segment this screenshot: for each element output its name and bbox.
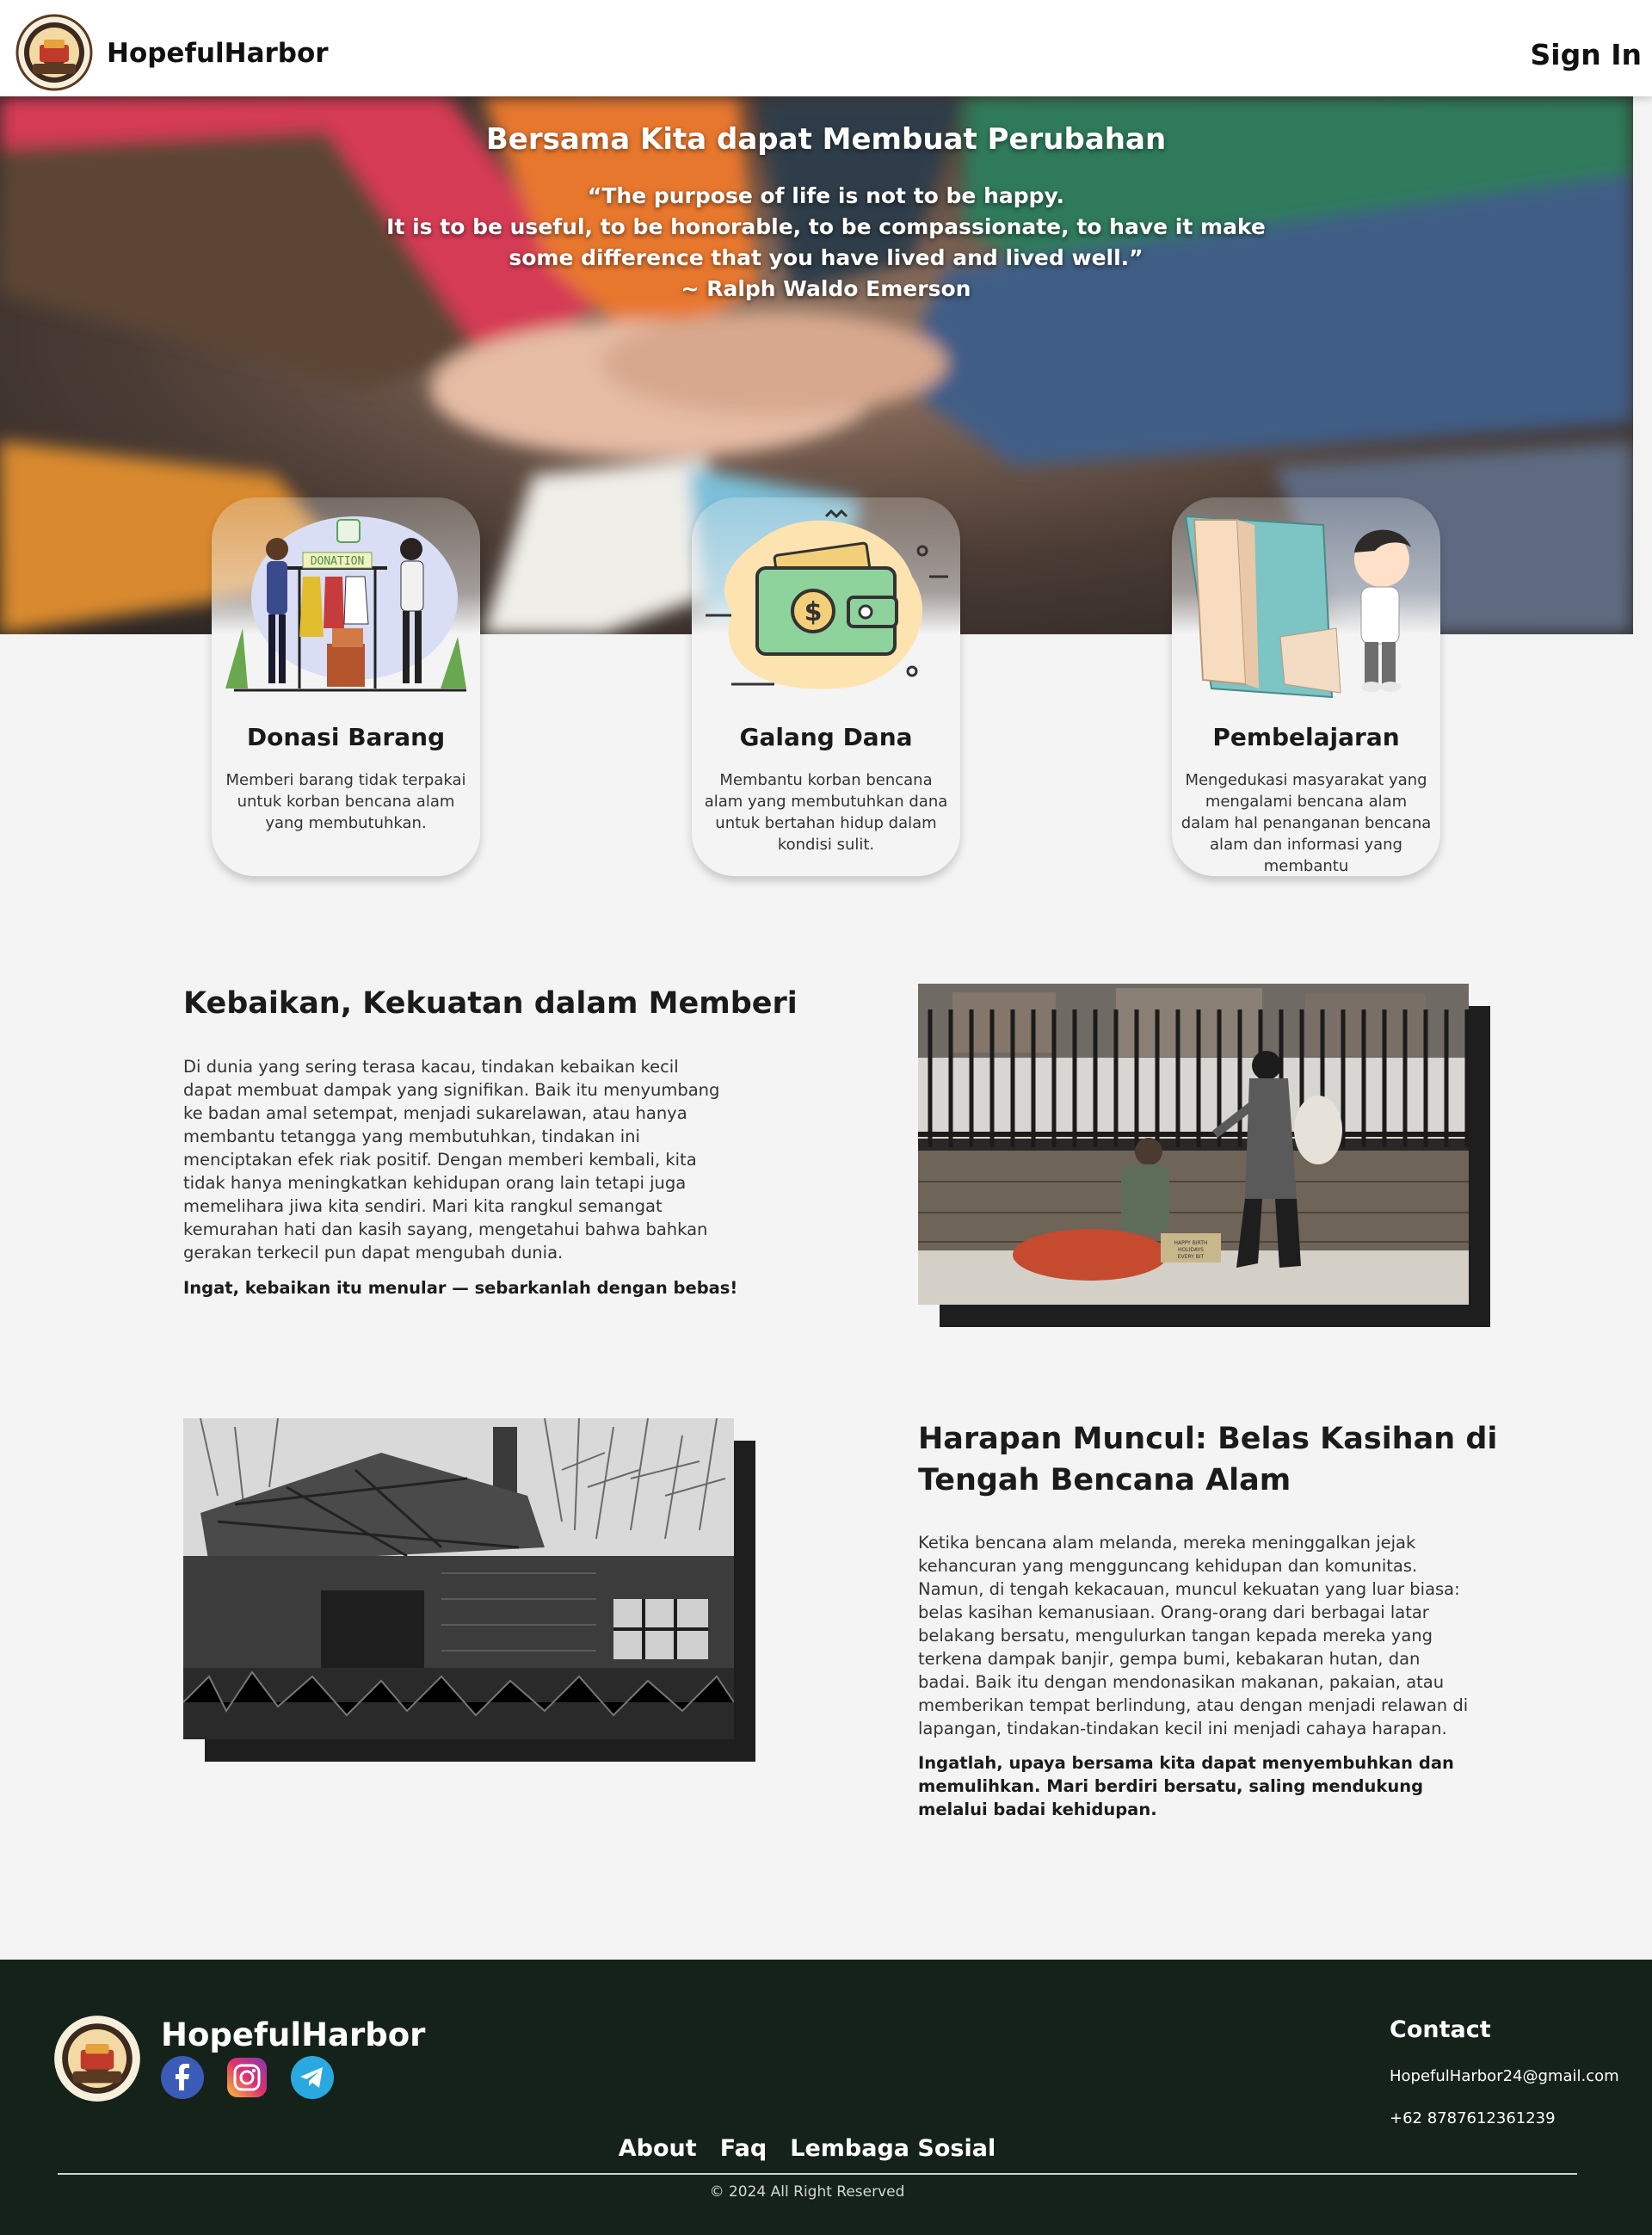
article-1-emphasis: Ingat, kebaikan itu menular — sebarkanla… [183, 1278, 738, 1298]
footer-phone[interactable]: +62 8787612361239 [1390, 2109, 1556, 2127]
card-description: Memberi barang tidak terpakai untuk korb… [225, 771, 466, 832]
hero-quote: “The purpose of life is not to be happy.… [0, 181, 1633, 305]
nav-brand-name[interactable]: HopefulHarbor [107, 38, 329, 69]
svg-text:EVERY BIT: EVERY BIT [1178, 1254, 1205, 1260]
footer-email[interactable]: HopefulHarbor24@gmail.com [1390, 2067, 1619, 2085]
child-reading-book-illustration [1184, 515, 1411, 699]
card-title: Donasi Barang [246, 723, 446, 751]
donation-rack-illustration: DONATION [225, 516, 466, 692]
footer-brand-logo[interactable] [53, 2015, 141, 2102]
card-title: Pembelajaran [1212, 723, 1400, 751]
footer-link-faq[interactable]: Faq [720, 2135, 767, 2162]
svg-text:HOLIDAYS: HOLIDAYS [1178, 1247, 1204, 1253]
article-2-photo-frame [183, 1418, 755, 1762]
card-description: Membantu korban bencana alam yang membut… [704, 771, 948, 854]
card-title: Galang Dana [739, 723, 913, 751]
svg-text:HAPPY BIRTH: HAPPY BIRTH [1174, 1240, 1207, 1246]
article-2-emphasis: Ingatlah, upaya bersama kita dapat menye… [918, 1753, 1454, 1819]
footer-link-about[interactable]: About [619, 2135, 697, 2162]
instagram-icon[interactable] [225, 2056, 268, 2099]
footer-link-lembaga-sosial[interactable]: Lembaga Sosial [790, 2135, 996, 2162]
telegram-icon[interactable] [291, 2056, 334, 2099]
article-2-title: Harapan Muncul: Belas Kasihan di Tengah … [918, 1422, 1498, 1497]
footer: HopefulHarbor Contact HopefulHarbor24@gm… [0, 1960, 1652, 2235]
article-1-title: Kebaikan, Kekuatan dalam Memberi [183, 986, 798, 1021]
svg-text:DONATION: DONATION [311, 555, 365, 568]
ruined-house-photo [183, 1418, 734, 1739]
footer-divider [58, 2173, 1577, 2175]
footer-nav: About Faq Lembaga Sosial [0, 2135, 1614, 2162]
service-card-donasi-barang[interactable]: DONATION Donasi Barang Memberi barang ti… [212, 497, 480, 876]
article-1-photo-frame: HAPPY BIRTH HOLIDAYS EVERY BIT [918, 984, 1490, 1327]
quote-line: “The purpose of life is not to be happy. [587, 183, 1065, 208]
footer-contact-title: Contact [1390, 2016, 1491, 2043]
facebook-icon[interactable] [161, 2056, 204, 2099]
service-card-galang-dana[interactable]: $ Galang Dana Membantu korban bencana al… [692, 497, 960, 876]
brand-logo[interactable] [15, 14, 93, 91]
service-card-pembelajaran[interactable]: Pembelajaran Mengedukasi masyarakat yang… [1172, 497, 1440, 876]
giving-to-homeless-photo: HAPPY BIRTH HOLIDAYS EVERY BIT [918, 984, 1469, 1305]
quote-line: It is to be useful, to be honorable, to … [386, 214, 1266, 239]
card-description: Mengedukasi masyarakat yang mengalami be… [1180, 771, 1432, 875]
quote-author: ~ Ralph Waldo Emerson [681, 276, 971, 301]
navbar: HopefulHarbor Sign In [0, 0, 1652, 96]
article-1-body: Di dunia yang sering terasa kacau, tinda… [183, 1057, 720, 1263]
quote-line: some difference that you have lived and … [509, 245, 1143, 270]
article-2-body: Ketika bencana alam melanda, mereka meni… [918, 1533, 1469, 1738]
wallet-money-illustration: $ [706, 509, 948, 689]
svg-text:$: $ [804, 597, 823, 627]
footer-copyright: © 2024 All Right Reserved [709, 2183, 905, 2201]
footer-brand-name: HopefulHarbor [161, 2016, 426, 2053]
sign-in-button[interactable]: Sign In [1531, 38, 1642, 71]
hero-title: Bersama Kita dapat Membuat Perubahan [485, 122, 1167, 157]
